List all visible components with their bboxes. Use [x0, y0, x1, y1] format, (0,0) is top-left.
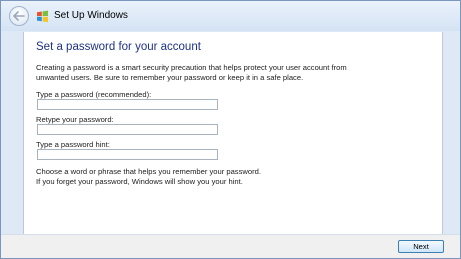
password-hint-field[interactable]: [37, 149, 218, 160]
hint-line: Choose a word or phrase that helps you r…: [36, 167, 261, 176]
windows-flag-icon: [37, 10, 48, 23]
description-line: unwanted users. Be sure to remember your…: [36, 73, 304, 82]
password-hint-label: Type a password hint:: [36, 140, 110, 149]
title-bar: Set Up Windows: [1, 1, 460, 31]
back-button[interactable]: [9, 6, 29, 26]
window-title: Set Up Windows: [54, 10, 128, 21]
password-label: Type a password (recommended):: [36, 90, 152, 99]
hint-explanation: Choose a word or phrase that helps you r…: [36, 167, 436, 187]
hint-line: If you forget your password, Windows wil…: [36, 177, 243, 186]
retype-password-label: Retype your password:: [36, 115, 114, 124]
description-line: Creating a password is a smart security …: [36, 63, 347, 72]
next-button[interactable]: Next: [398, 240, 444, 253]
page-title: Set a password for your account: [36, 41, 201, 53]
description: Creating a password is a smart security …: [36, 63, 436, 83]
password-field[interactable]: [37, 99, 218, 110]
content-panel: Set a password for your account Creating…: [23, 32, 443, 234]
footer-bar: Next: [1, 234, 460, 258]
setup-window: Set Up Windows Set a password for your a…: [0, 0, 461, 259]
back-arrow-icon: [13, 11, 25, 21]
retype-password-field[interactable]: [37, 124, 218, 135]
